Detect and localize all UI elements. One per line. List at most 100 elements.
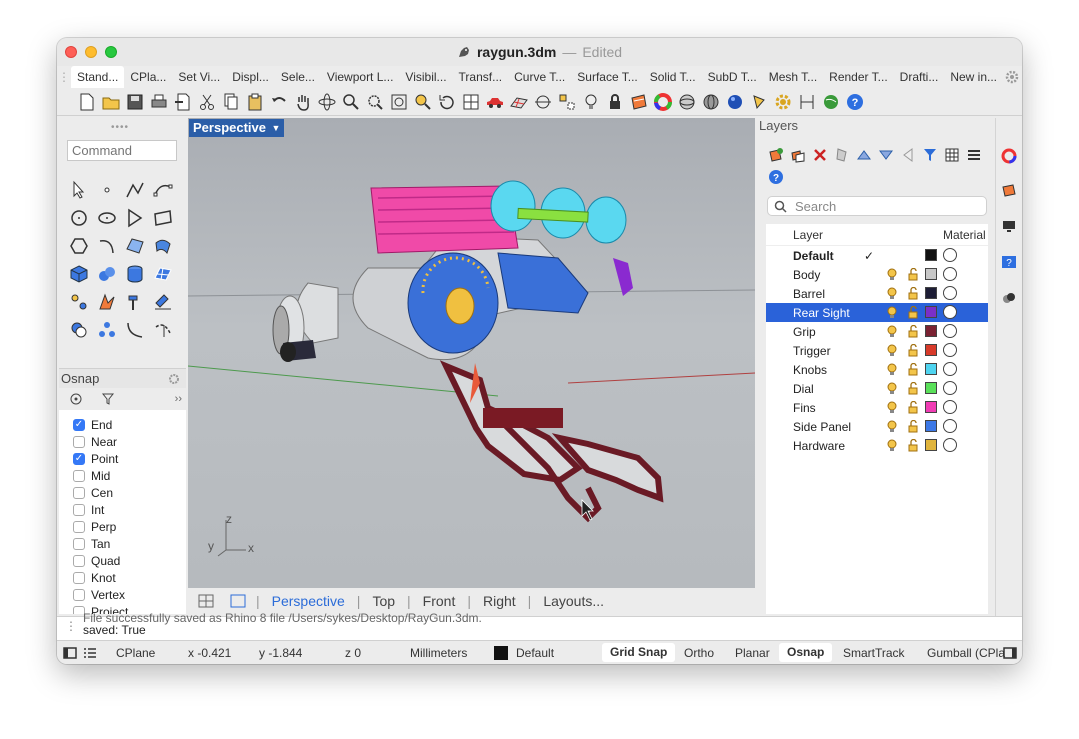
zoom-dynamic-button[interactable]	[339, 90, 362, 114]
zoom-selected-button[interactable]	[411, 90, 434, 114]
lightbulb-icon[interactable]	[886, 287, 898, 300]
help-button[interactable]: ?	[843, 90, 866, 114]
web-browser-button[interactable]	[819, 90, 842, 114]
unlock-icon[interactable]	[907, 287, 919, 300]
layer-help-button[interactable]: ?	[767, 168, 785, 186]
gumball-toggle[interactable]: Gumball (CPla	[927, 646, 1005, 660]
tab-new-in[interactable]: New in...	[944, 66, 1003, 88]
close-window-button[interactable]	[65, 46, 77, 58]
tab-select[interactable]: Sele...	[275, 66, 321, 88]
viewport-menu-chevron-down-icon[interactable]: ▼	[268, 119, 284, 137]
layer-color-swatch[interactable]	[925, 420, 937, 432]
rotate-view-button[interactable]	[315, 90, 338, 114]
tab-render-tools[interactable]: Render T...	[823, 66, 893, 88]
osnap-expand-icon[interactable]: ››	[175, 393, 182, 405]
cplane-label[interactable]: CPlane	[116, 646, 155, 660]
unlock-icon[interactable]	[907, 420, 919, 433]
layer-row[interactable]: Barrel	[766, 284, 988, 303]
layer-color-swatch[interactable]	[925, 382, 937, 394]
units-label[interactable]: Millimeters	[410, 646, 467, 660]
ellipse-tool[interactable]	[93, 204, 121, 232]
smarttrack-toggle[interactable]: SmartTrack	[843, 646, 905, 660]
color-wheel-icon[interactable]	[1001, 148, 1017, 164]
select-objects-button[interactable]	[555, 90, 578, 114]
checkbox-perp[interactable]	[73, 520, 85, 533]
tab-visibility[interactable]: Visibil...	[399, 66, 452, 88]
tab-transform[interactable]: Transf...	[453, 66, 509, 88]
osnap-toggle-button[interactable]	[531, 90, 554, 114]
checkbox-near[interactable]	[73, 435, 85, 448]
layer-color-swatch[interactable]	[925, 268, 937, 280]
lightbulb-icon[interactable]	[886, 401, 898, 414]
sun-button[interactable]	[747, 90, 770, 114]
osnap-int[interactable]: Int	[59, 501, 186, 518]
layers-icon[interactable]	[1001, 182, 1017, 198]
paste-button[interactable]	[243, 90, 266, 114]
tabs-grip-handle[interactable]: ⋮	[57, 70, 71, 84]
osnap-near[interactable]: Near	[59, 433, 186, 450]
color-wheel-button[interactable]	[651, 90, 674, 114]
checkbox-cen[interactable]	[73, 486, 85, 499]
curve-tool[interactable]	[149, 176, 177, 204]
open-file-button[interactable]	[99, 90, 122, 114]
mesh-tool[interactable]	[149, 260, 177, 288]
lock-button[interactable]	[603, 90, 626, 114]
history-grip-handle[interactable]: ⋮	[65, 619, 77, 633]
tab-curve-tools[interactable]: Curve T...	[508, 66, 571, 88]
layer-color-swatch[interactable]	[494, 646, 508, 660]
lightbulb-icon[interactable]	[886, 382, 898, 395]
layer-material-circle-icon[interactable]	[943, 286, 957, 300]
unlock-icon[interactable]	[907, 344, 919, 357]
osnap-point[interactable]: ✓ Point	[59, 450, 186, 467]
cylinder-tool[interactable]	[121, 260, 149, 288]
cut-button[interactable]	[195, 90, 218, 114]
unlock-icon[interactable]	[907, 401, 919, 414]
wireframe-button[interactable]	[675, 90, 698, 114]
viewport-tab-front[interactable]: Front	[411, 593, 468, 609]
sidebar-grip-handle[interactable]: ••••	[111, 122, 129, 133]
command-input[interactable]	[67, 140, 177, 161]
materials-icon[interactable]	[1001, 290, 1017, 306]
viewport-title-label[interactable]: Perspective	[189, 119, 270, 137]
lightbulb-icon[interactable]	[886, 439, 898, 452]
new-layer-button[interactable]	[767, 146, 785, 164]
surface-tool[interactable]	[121, 232, 149, 260]
maximize-window-button[interactable]	[105, 46, 117, 58]
viewport-single-icon[interactable]	[230, 594, 246, 608]
toggle-sidebar-icon[interactable]	[63, 647, 77, 659]
osnap-perp[interactable]: Perp	[59, 518, 186, 535]
point-tool[interactable]	[93, 176, 121, 204]
move-layer-parent-button[interactable]	[899, 146, 917, 164]
grid-snap-toggle[interactable]: Grid Snap	[602, 643, 676, 662]
osnap-toggle[interactable]: Osnap	[779, 643, 833, 662]
dimension-button[interactable]	[795, 90, 818, 114]
current-layer[interactable]: Default	[516, 646, 554, 660]
tab-cplanes[interactable]: CPla...	[124, 66, 172, 88]
layer-menu-button[interactable]	[965, 146, 983, 164]
hexagon-tool[interactable]	[65, 232, 93, 260]
layer-color-swatch[interactable]	[925, 287, 937, 299]
planar-toggle[interactable]: Planar	[735, 646, 770, 660]
lightbulb-icon[interactable]	[886, 268, 898, 281]
gear-icon[interactable]	[1005, 70, 1019, 84]
column-header-layer[interactable]: Layer	[793, 228, 823, 242]
osnap-mid[interactable]: Mid	[59, 467, 186, 484]
viewport-tab-layouts[interactable]: Layouts...	[531, 593, 616, 609]
layer-row[interactable]: Side Panel	[766, 417, 988, 436]
osnap-target-tab-icon[interactable]	[69, 392, 83, 406]
layer-color-swatch[interactable]	[925, 439, 937, 451]
zoom-window-button[interactable]	[363, 90, 386, 114]
viewport-tab-top[interactable]: Top	[360, 593, 407, 609]
checkbox-int[interactable]	[73, 503, 85, 516]
unlock-icon[interactable]	[907, 382, 919, 395]
viewport-tab-right[interactable]: Right	[471, 593, 528, 609]
unlock-icon[interactable]	[907, 306, 919, 319]
checkbox-tan[interactable]	[73, 537, 85, 550]
options-button[interactable]	[771, 90, 794, 114]
rectangle-tool[interactable]	[149, 204, 177, 232]
unlock-icon[interactable]	[907, 268, 919, 281]
layer-material-circle-icon[interactable]	[943, 324, 957, 338]
layer-material-circle-icon[interactable]	[943, 305, 957, 319]
osnap-vertex[interactable]: Vertex	[59, 586, 186, 603]
fillet-tool[interactable]	[121, 316, 149, 344]
